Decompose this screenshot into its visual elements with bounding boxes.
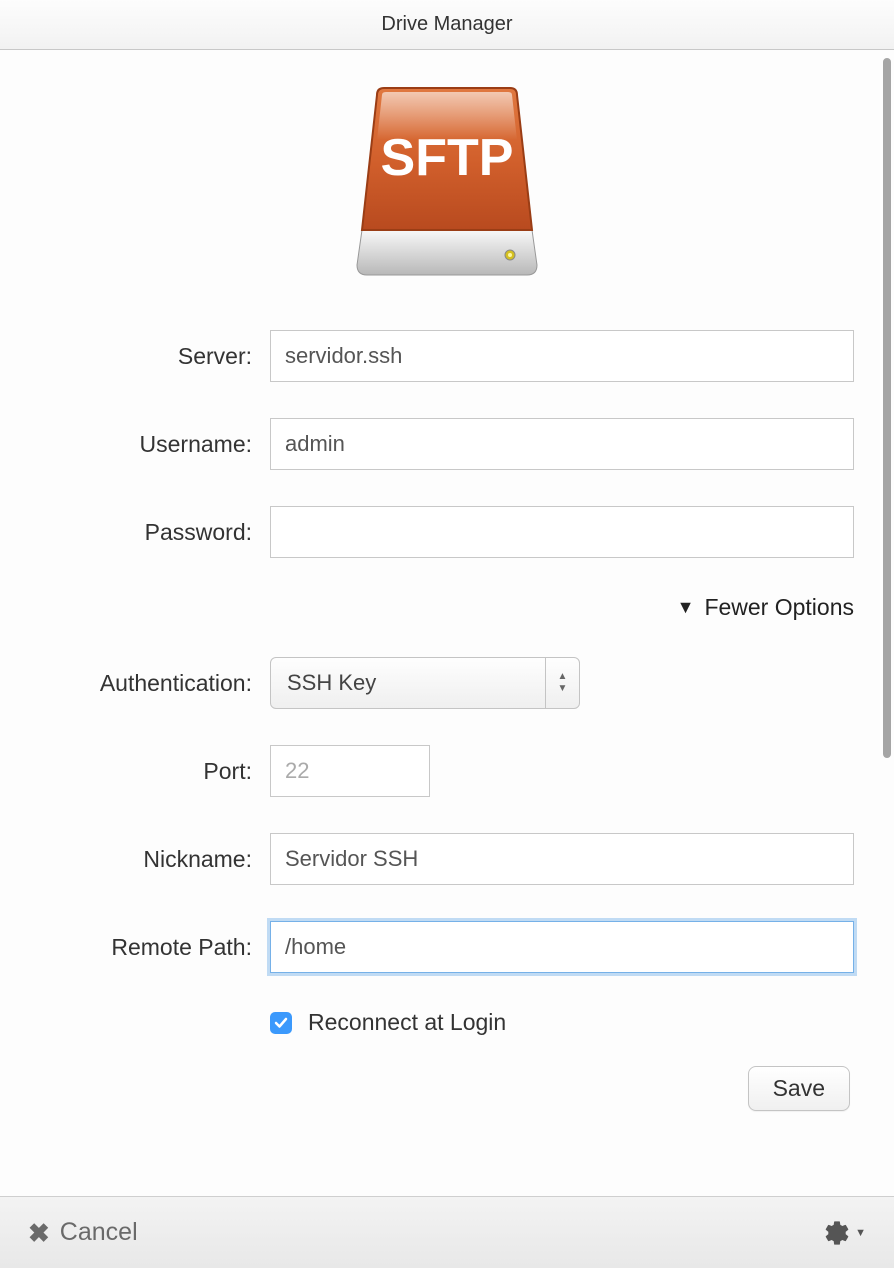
reconnect-row: Reconnect at Login <box>270 1009 854 1036</box>
vertical-scrollbar[interactable] <box>880 58 894 1188</box>
window-titlebar: Drive Manager <box>0 0 894 50</box>
authentication-label: Authentication: <box>40 670 270 697</box>
gear-icon <box>823 1219 851 1247</box>
scrollbar-thumb[interactable] <box>883 58 891 758</box>
main-content: SFTP Server: Username: Password: <box>0 50 894 1196</box>
remote-path-input[interactable] <box>270 921 854 973</box>
username-row: Username: <box>40 418 854 470</box>
sftp-drive-icon: SFTP <box>342 80 552 290</box>
port-input[interactable] <box>270 745 430 797</box>
password-input[interactable] <box>270 506 854 558</box>
password-row: Password: <box>40 506 854 558</box>
authentication-select[interactable]: SSH Key ▲ ▼ <box>270 657 580 709</box>
close-icon: ✖ <box>28 1220 50 1246</box>
triangle-down-icon: ▼ <box>677 597 695 618</box>
username-input[interactable] <box>270 418 854 470</box>
authentication-row: Authentication: SSH Key ▲ ▼ <box>40 657 854 709</box>
chevron-down-icon: ▼ <box>855 1227 866 1239</box>
options-toggle-label: Fewer Options <box>704 594 854 621</box>
reconnect-checkbox[interactable] <box>270 1012 292 1034</box>
server-label: Server: <box>40 343 270 370</box>
username-label: Username: <box>40 431 270 458</box>
nickname-input[interactable] <box>270 833 854 885</box>
server-row: Server: <box>40 330 854 382</box>
save-button[interactable]: Save <box>748 1066 850 1111</box>
port-row: Port: <box>40 745 854 797</box>
window-title: Drive Manager <box>381 13 512 36</box>
content-wrapper: SFTP Server: Username: Password: <box>0 50 894 1196</box>
drive-protocol-label: SFTP <box>381 129 514 187</box>
options-toggle[interactable]: ▼ Fewer Options <box>40 594 854 621</box>
cancel-button[interactable]: ✖ Cancel <box>28 1218 138 1247</box>
password-label: Password: <box>40 519 270 546</box>
nickname-row: Nickname: <box>40 833 854 885</box>
cancel-label: Cancel <box>60 1218 138 1247</box>
footer-bar: ✖ Cancel ▼ <box>0 1196 894 1268</box>
remote-path-row: Remote Path: <box>40 921 854 973</box>
remote-path-label: Remote Path: <box>40 934 270 961</box>
reconnect-label: Reconnect at Login <box>308 1009 506 1036</box>
server-input[interactable] <box>270 330 854 382</box>
select-arrows-icon: ▲ ▼ <box>545 658 579 708</box>
settings-menu-button[interactable]: ▼ <box>823 1219 866 1247</box>
drive-icon-container: SFTP <box>40 80 854 290</box>
nickname-label: Nickname: <box>40 846 270 873</box>
save-row: Save <box>40 1066 854 1111</box>
authentication-value: SSH Key <box>287 670 376 696</box>
port-label: Port: <box>40 758 270 785</box>
